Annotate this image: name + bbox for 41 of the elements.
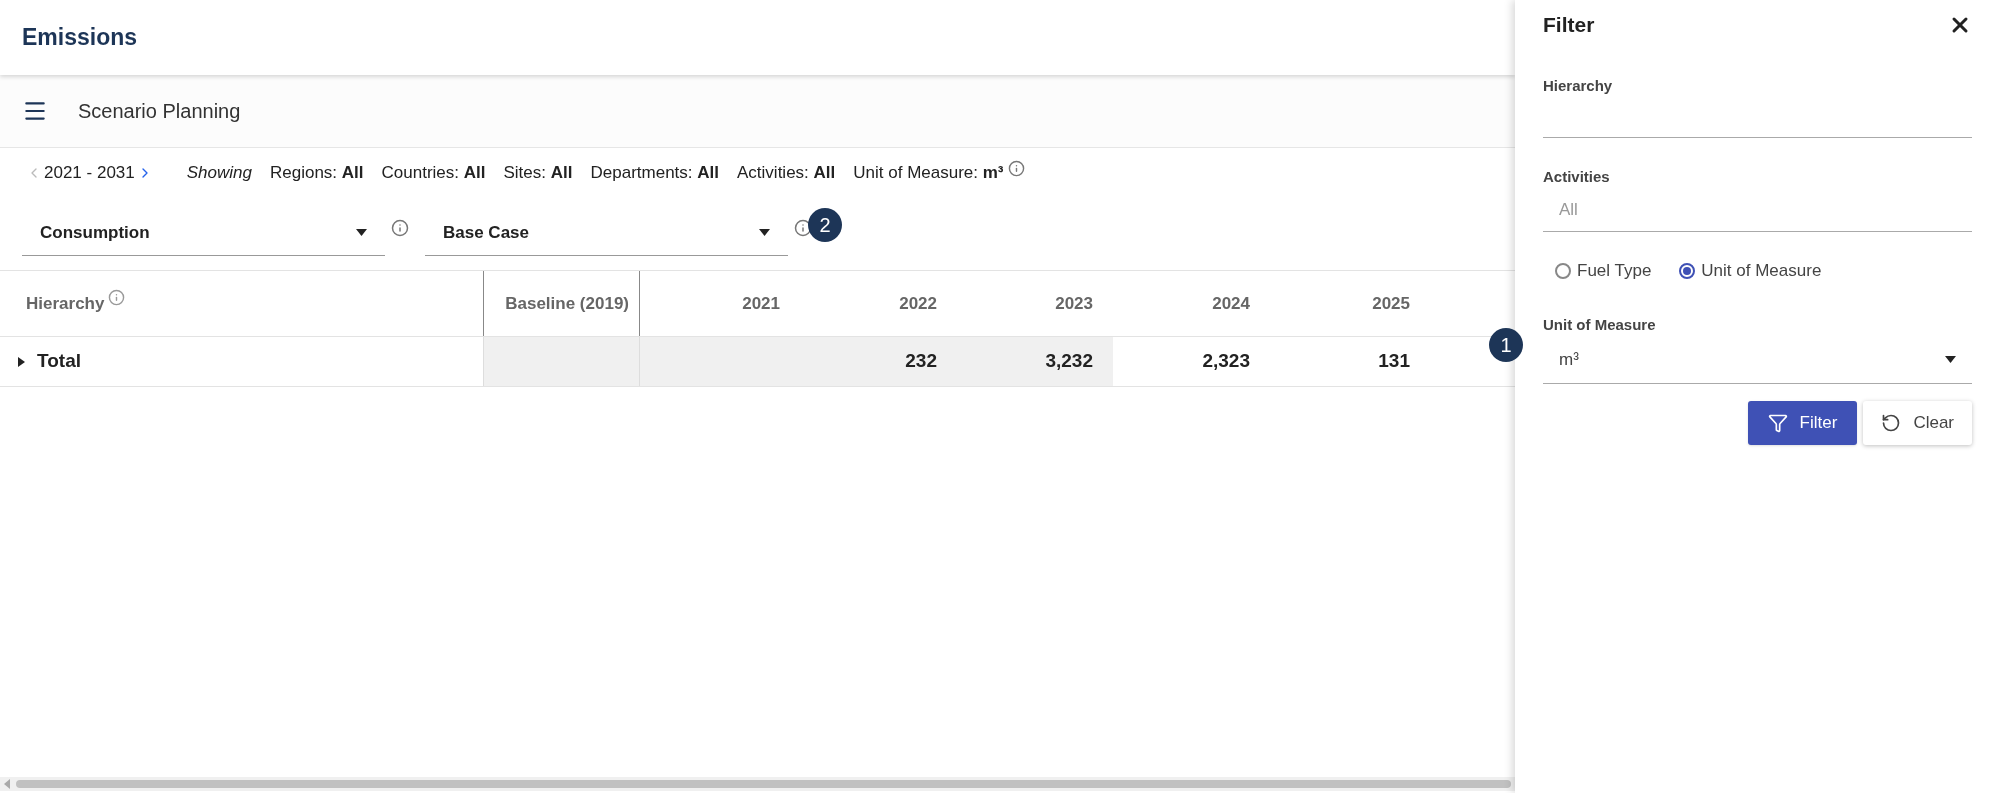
step-badge: 1	[1489, 328, 1523, 362]
table-cell: 232	[800, 337, 957, 386]
select-field[interactable]: Base Case	[425, 210, 788, 256]
caret-icon	[356, 229, 367, 236]
filter-summary-item: Countries: All	[381, 162, 486, 185]
info-icon[interactable]	[794, 219, 812, 237]
panel-title: Filter	[1543, 12, 1595, 39]
column-header[interactable]: 2025	[1372, 290, 1410, 317]
page-title: Scenario Planning	[78, 99, 241, 124]
filter-summary-item: Departments: All	[590, 162, 719, 185]
field-label: Activities	[1543, 166, 1611, 187]
showing-label: Showing	[186, 162, 252, 185]
activities-field[interactable]: All	[1543, 188, 1972, 232]
caret-icon	[759, 229, 770, 236]
table-cell: 3,232	[957, 337, 1113, 386]
clear-button[interactable]: Clear	[1863, 401, 1972, 445]
column-header[interactable]: 2023	[1055, 290, 1093, 317]
filter-summary-item: Activities: All	[737, 162, 836, 185]
step-badge: 2	[808, 208, 842, 242]
filter-summary-item: Regions: All	[269, 162, 364, 185]
filter-button[interactable]: Filter	[1747, 401, 1858, 445]
app-title: Emissions	[22, 23, 138, 53]
radio-option[interactable]: Fuel Type	[1555, 258, 1652, 284]
select-field[interactable]: Consumption	[22, 210, 385, 256]
column-header[interactable]: Hierarchy	[26, 290, 105, 317]
caret-icon	[1945, 356, 1956, 363]
column-header[interactable]: 2024	[1212, 290, 1250, 317]
horizontal-scrollbar[interactable]	[0, 777, 1515, 791]
filter-summary-item: Sites: All	[503, 162, 573, 185]
expand-icon[interactable]	[18, 356, 25, 367]
column-header[interactable]: 2022	[899, 290, 937, 317]
column-header[interactable]: Baseline (2019)	[505, 290, 629, 317]
undo-icon	[1881, 413, 1902, 433]
radio-option[interactable]: Unit of Measure	[1679, 258, 1822, 284]
year-range: 2021 - 2031	[44, 162, 135, 185]
unit-select[interactable]: m³	[1543, 336, 1972, 384]
filter-summary-item: Unit of Measure: m³	[853, 162, 1004, 185]
field-label: Hierarchy	[1543, 76, 1614, 96]
field-label: Unit of Measure	[1543, 314, 1657, 335]
filter-icon	[1767, 413, 1788, 433]
column-header[interactable]: 2021	[742, 290, 780, 317]
